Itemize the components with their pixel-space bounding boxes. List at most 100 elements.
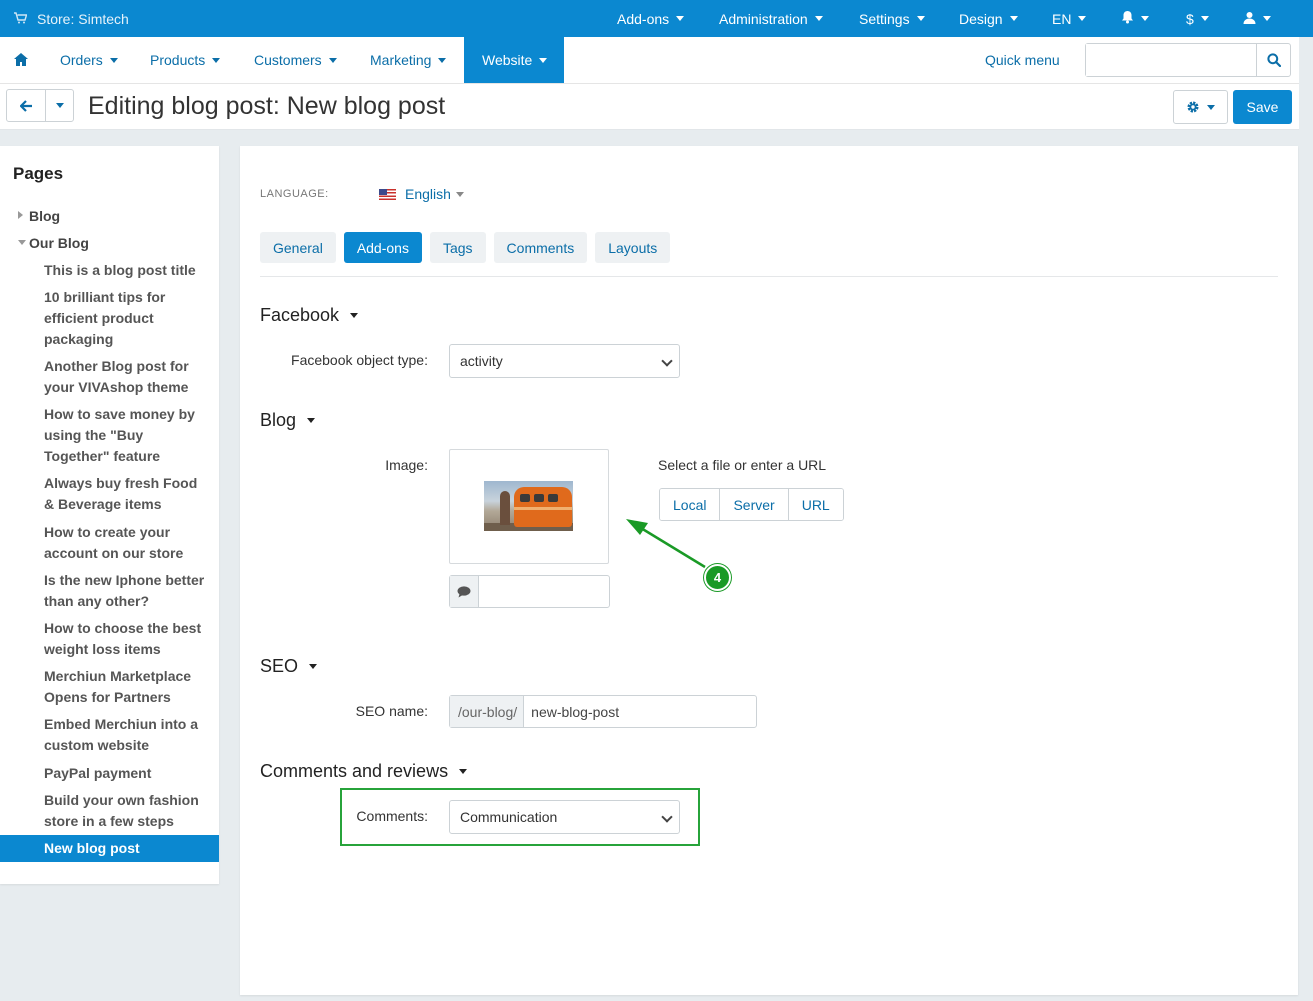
store-switcher[interactable]: Store: Simtech [14, 0, 129, 37]
search-button[interactable] [1256, 44, 1290, 76]
facebook-object-type-value: activity [460, 353, 503, 369]
nav-website[interactable]: Website [464, 37, 564, 83]
comments-label: Comments: [356, 808, 428, 824]
nav-orders[interactable]: Orders [60, 37, 118, 83]
chevron-down-icon [676, 16, 685, 21]
pages-sidebar: Pages Blog Our Blog This is a blog post … [0, 146, 219, 884]
chevron-down-icon [814, 16, 823, 21]
chevron-down-icon [459, 769, 468, 774]
back-dropdown-button[interactable] [46, 90, 73, 121]
tab-tags[interactable]: Tags [429, 232, 486, 263]
seo-prefix: /our-blog/ [450, 696, 525, 727]
topmenu-notifications[interactable] [1121, 0, 1149, 37]
image-label: Image: [385, 457, 428, 473]
sidebar-title: Pages [13, 164, 64, 183]
nav-customers[interactable]: Customers [254, 37, 337, 83]
expand-icon[interactable] [18, 211, 23, 219]
sidebar-page-link[interactable]: Merchiun Marketplace Opens for Partners [44, 666, 209, 708]
topmenu-currency[interactable]: $ [1186, 0, 1209, 37]
settings-dropdown-button[interactable] [1173, 90, 1228, 124]
topmenu-design[interactable]: Design [959, 0, 1018, 37]
search-icon [1266, 53, 1281, 67]
back-button[interactable] [7, 90, 47, 121]
chevron-down-icon [1263, 16, 1271, 21]
blog-section-toggle[interactable]: Blog [260, 410, 316, 431]
topmenu-administration[interactable]: Administration [719, 0, 823, 37]
url-button[interactable]: URL [788, 489, 843, 520]
sidebar-item-our-blog[interactable]: Our Blog [29, 235, 89, 251]
server-button[interactable]: Server [720, 489, 789, 520]
comments-heading: Comments and reviews [260, 761, 449, 781]
topmenu-user[interactable] [1243, 0, 1271, 37]
sidebar-page-link[interactable]: Is the new Iphone better than any other? [44, 570, 209, 612]
home-icon[interactable] [14, 53, 28, 67]
seo-name-group: /our-blog/ new-blog-post [449, 695, 757, 728]
language-selector[interactable]: English [379, 186, 464, 202]
nav-marketing-label: Marketing [370, 52, 432, 68]
chevron-down-icon [916, 16, 925, 21]
select-file-hint: Select a file or enter a URL [658, 457, 827, 473]
image-alt-text-input[interactable] [479, 576, 609, 607]
chevron-down-icon [455, 191, 464, 197]
seo-section-toggle[interactable]: SEO [260, 656, 318, 677]
chevron-down-icon [1207, 104, 1215, 110]
thumbnail-window [520, 494, 530, 502]
facebook-object-type-select[interactable]: activity [449, 344, 680, 378]
chevron-down-icon [309, 664, 318, 669]
sidebar-page-link[interactable]: How to create your account on our store [44, 522, 209, 564]
topmenu-language[interactable]: EN [1052, 0, 1087, 37]
sidebar-page-link[interactable]: PayPal payment [44, 763, 209, 784]
chevron-down-icon [212, 57, 221, 63]
topmenu-language-label: EN [1052, 10, 1072, 27]
seo-name-input[interactable]: new-blog-post [524, 696, 619, 727]
comments-select[interactable]: Communication [449, 800, 680, 834]
tab-addons[interactable]: Add-ons [343, 232, 422, 263]
nav-products[interactable]: Products [150, 37, 221, 83]
search-input[interactable] [1086, 44, 1256, 76]
chevron-down-icon [1078, 16, 1087, 21]
annotation-badge: 4 [704, 564, 731, 591]
sidebar-page-link-active[interactable]: New blog post [0, 835, 219, 862]
topmenu-addons-label: Add-ons [617, 10, 670, 27]
local-button[interactable]: Local [660, 489, 721, 520]
topmenu-addons[interactable]: Add-ons [617, 0, 685, 37]
thumbnail-person [500, 491, 510, 525]
collapse-icon[interactable] [18, 240, 26, 245]
sidebar-page-link[interactable]: How to save money by using the "Buy Toge… [44, 404, 209, 467]
image-preview[interactable] [449, 449, 609, 564]
tab-comments[interactable]: Comments [493, 232, 588, 263]
quick-menu-link[interactable]: Quick menu [985, 37, 1060, 83]
sidebar-page-link[interactable]: Always buy fresh Food & Beverage items [44, 473, 209, 515]
chevron-down-icon [55, 103, 64, 108]
topmenu-settings[interactable]: Settings [859, 0, 925, 37]
save-button[interactable]: Save [1233, 90, 1292, 124]
facebook-heading: Facebook [260, 305, 340, 325]
chevron-down-icon [661, 355, 673, 367]
sidebar-page-link[interactable]: 10 brilliant tips for efficient product … [44, 287, 209, 350]
sidebar-page-link[interactable]: This is a blog post title [44, 260, 209, 281]
facebook-section-toggle[interactable]: Facebook [260, 305, 359, 326]
sidebar-item-blog[interactable]: Blog [29, 208, 60, 224]
sidebar-page-link[interactable]: How to choose the best weight loss items [44, 618, 209, 660]
arrow-left-icon [19, 99, 32, 112]
search-box [1085, 43, 1291, 77]
page-title: Editing blog post: New blog post [88, 91, 446, 120]
sidebar-page-link[interactable]: Build your own fashion store in a few st… [44, 790, 209, 832]
tab-general[interactable]: General [260, 232, 336, 263]
main-nav: Orders Products Customers Marketing Webs… [0, 37, 1299, 84]
nav-customers-label: Customers [254, 52, 322, 68]
nav-orders-label: Orders [60, 52, 103, 68]
nav-marketing[interactable]: Marketing [370, 37, 447, 83]
seo-heading: SEO [260, 656, 299, 676]
sidebar-page-link[interactable]: Embed Merchiun into a custom website [44, 714, 209, 756]
title-bar: Editing blog post: New blog post Save [0, 84, 1299, 130]
comments-section-toggle[interactable]: Comments and reviews [260, 761, 468, 782]
gear-icon [1187, 101, 1199, 113]
chevron-down-icon [539, 57, 548, 63]
seo-name-label: SEO name: [355, 703, 428, 719]
user-icon [1243, 11, 1256, 27]
tab-layouts[interactable]: Layouts [595, 232, 671, 263]
sidebar-page-link[interactable]: Another Blog post for your VIVAshop them… [44, 356, 209, 398]
topmenu-settings-label: Settings [859, 10, 910, 27]
comments-value: Communication [460, 809, 558, 825]
